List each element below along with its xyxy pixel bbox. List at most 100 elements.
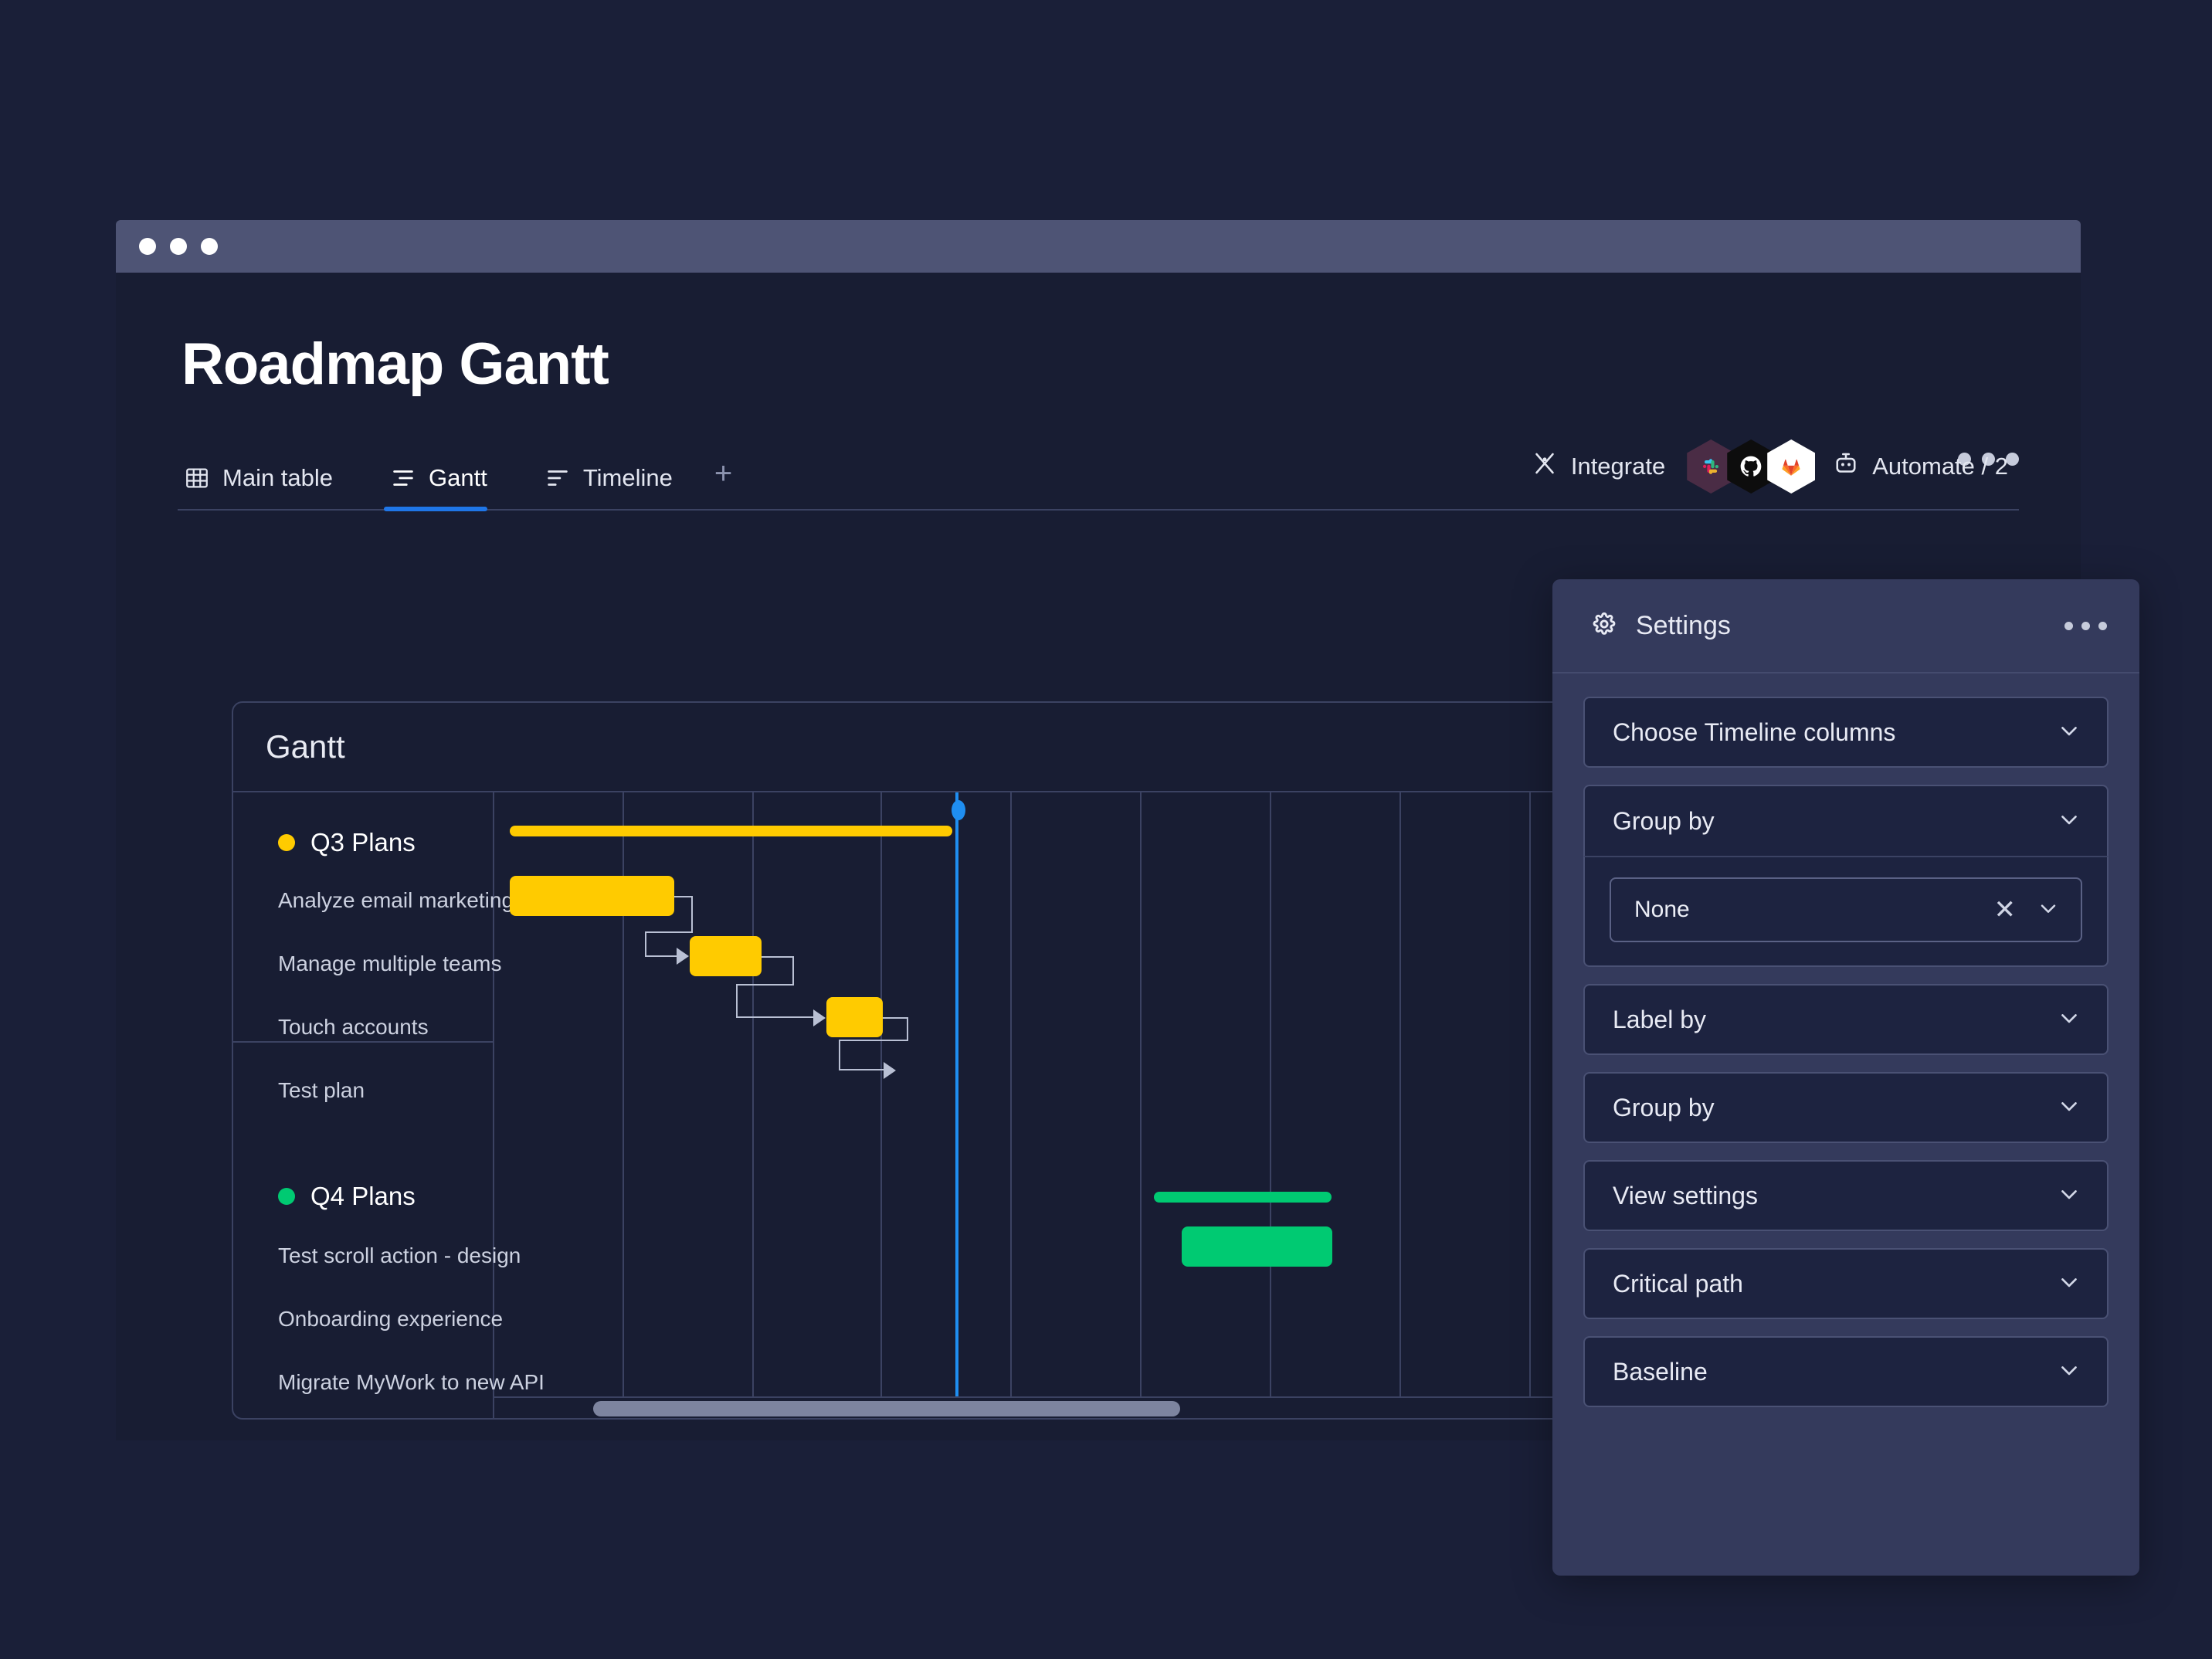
table-icon	[184, 465, 210, 491]
add-view-button[interactable]: +	[696, 458, 751, 509]
integrate-button[interactable]: Integrate	[1520, 450, 1676, 483]
settings-list: Choose Timeline columns Group by None ✕	[1552, 673, 2139, 1407]
horizontal-scrollbar-thumb[interactable]	[593, 1401, 1180, 1416]
group-label: Q3 Plans	[310, 830, 416, 855]
settings-panel: Settings Choose Timeline columns Group b…	[1552, 579, 2139, 1576]
window-minimize-dot[interactable]	[170, 238, 187, 255]
setting-baseline[interactable]: Baseline	[1583, 1336, 2109, 1407]
setting-label: Choose Timeline columns	[1613, 718, 1895, 747]
tab-gantt[interactable]: Gantt	[384, 464, 511, 509]
dependency-line	[736, 984, 794, 986]
settings-more-menu-button[interactable]	[2064, 622, 2107, 630]
list-item[interactable]: Test scroll action - design	[278, 1245, 521, 1267]
gantt-group-q4[interactable]: Q4 Plans	[278, 1183, 416, 1209]
gantt-icon	[390, 465, 416, 491]
setting-group-by-secondary[interactable]: Group by	[1583, 1072, 2109, 1143]
dependency-line	[839, 1040, 840, 1070]
group-by-value: None	[1634, 897, 1690, 923]
gear-icon	[1589, 609, 1619, 643]
timeline-gridline	[752, 792, 754, 1418]
tab-label: Timeline	[583, 464, 673, 492]
gantt-bar-touch-accounts[interactable]	[826, 997, 883, 1037]
dependency-line	[736, 1016, 816, 1018]
list-item[interactable]: Touch accounts	[278, 1016, 429, 1038]
window-maximize-dot[interactable]	[201, 238, 218, 255]
group-color-dot	[278, 834, 295, 851]
setting-group-by-body: None ✕	[1583, 856, 2109, 967]
chevron-down-icon	[2056, 1005, 2082, 1035]
group-label: Q4 Plans	[310, 1183, 416, 1209]
setting-label: Label by	[1613, 1006, 1706, 1034]
setting-label: Group by	[1613, 807, 1715, 836]
group-by-select[interactable]: None ✕	[1610, 877, 2082, 942]
tab-timeline[interactable]: Timeline	[538, 464, 696, 509]
list-item[interactable]: Manage multiple teams	[278, 953, 501, 975]
dependency-arrow	[813, 1009, 826, 1026]
group-separator	[233, 1041, 493, 1043]
tab-label: Main table	[222, 464, 333, 492]
timeline-gridline	[1270, 792, 1271, 1418]
dependency-line	[736, 984, 738, 1018]
gantt-group-bar-q4[interactable]	[1154, 1192, 1332, 1203]
today-line	[955, 792, 958, 1418]
list-item[interactable]: Analyze email marketing	[278, 890, 514, 911]
setting-group-by-expanded: Group by None ✕	[1583, 785, 2109, 967]
dependency-line	[792, 956, 794, 986]
gantt-bar-manage-multiple-teams[interactable]	[690, 936, 762, 976]
gantt-bar-analyze-email-marketing[interactable]	[510, 876, 674, 916]
setting-view-settings[interactable]: View settings	[1583, 1160, 2109, 1231]
dependency-line	[674, 896, 693, 897]
view-tabs: Main table Gantt	[178, 450, 2019, 511]
dependency-arrow	[884, 1062, 896, 1079]
more-dot	[2081, 622, 2090, 630]
chevron-down-icon	[2056, 718, 2082, 748]
gantt-group-q3[interactable]: Q3 Plans	[278, 830, 416, 855]
chevron-down-icon[interactable]	[2036, 896, 2061, 924]
tab-label: Gantt	[429, 464, 487, 492]
setting-label: View settings	[1613, 1182, 1758, 1210]
dependency-line	[883, 1017, 908, 1019]
gantt-bar-test-scroll-action-design[interactable]	[1182, 1226, 1332, 1267]
timeline-gridline	[1399, 792, 1401, 1418]
chevron-down-icon	[2056, 1269, 2082, 1299]
board-toolbar: Integrate	[1520, 439, 2019, 509]
clear-icon[interactable]: ✕	[1994, 897, 2017, 923]
chevron-down-icon	[2056, 806, 2082, 836]
chevron-down-icon	[2056, 1181, 2082, 1211]
gantt-card-title: Gantt	[266, 728, 345, 765]
window-close-dot[interactable]	[139, 238, 156, 255]
timeline-gridline	[1529, 792, 1531, 1418]
dependency-line	[907, 1017, 908, 1041]
timeline-gridline	[880, 792, 882, 1418]
tab-main-table[interactable]: Main table	[178, 464, 356, 509]
dependency-line	[645, 955, 680, 957]
group-color-dot	[278, 1188, 295, 1205]
dependency-line	[691, 896, 693, 933]
settings-title: Settings	[1636, 611, 1731, 641]
setting-label: Critical path	[1613, 1270, 1743, 1298]
setting-choose-timeline-columns[interactable]: Choose Timeline columns	[1583, 697, 2109, 768]
setting-group-by-header[interactable]: Group by	[1583, 785, 2109, 856]
timeline-gridline	[1010, 792, 1012, 1418]
gantt-group-bar-q3[interactable]	[510, 826, 952, 836]
today-marker-dot	[952, 800, 965, 820]
timeline-gridline	[1140, 792, 1142, 1418]
gitlab-icon[interactable]	[1767, 439, 1815, 494]
dependency-line	[645, 931, 693, 933]
dependency-line	[839, 1040, 908, 1041]
timeline-icon	[545, 465, 571, 491]
setting-label-by[interactable]: Label by	[1583, 984, 2109, 1055]
chevron-down-icon	[2056, 1093, 2082, 1123]
dependency-line	[645, 931, 646, 957]
automate-button[interactable]: Automate / 2	[1821, 450, 2019, 483]
integrate-icon	[1531, 450, 1559, 483]
setting-label: Baseline	[1613, 1358, 1708, 1386]
more-dot	[2098, 622, 2107, 630]
setting-label: Group by	[1613, 1094, 1715, 1122]
robot-icon	[1832, 450, 1860, 483]
integration-badges[interactable]	[1687, 439, 1815, 494]
setting-critical-path[interactable]: Critical path	[1583, 1248, 2109, 1319]
list-item[interactable]: Test plan	[278, 1080, 365, 1101]
list-item[interactable]: Onboarding experience	[278, 1308, 503, 1330]
dependency-line	[839, 1069, 887, 1070]
